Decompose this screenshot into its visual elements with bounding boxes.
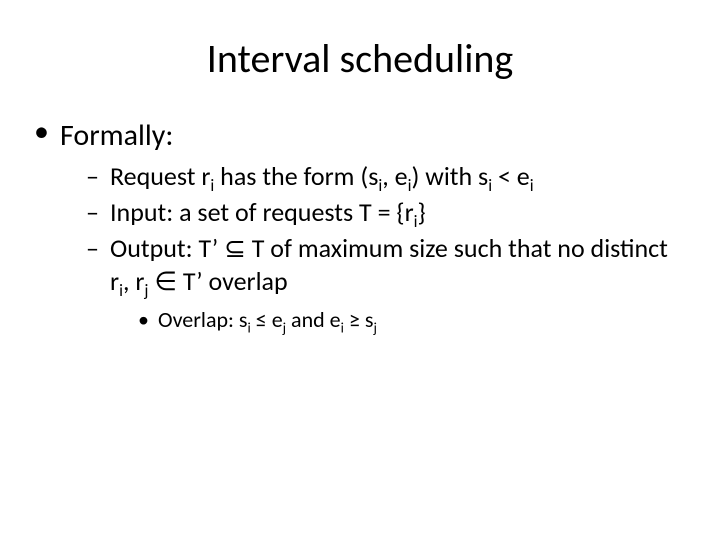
- list-item: Request ri has the form (si, ei) with si…: [86, 160, 692, 194]
- list-item: Formally: Request ri has the form (si, e…: [34, 117, 692, 335]
- bullet-text-l2c: Output: T’ ⊆ T of maximum size such that…: [110, 232, 668, 298]
- bullet-list-level1: Formally: Request ri has the form (si, e…: [28, 117, 692, 335]
- bullet-text-l2b: Input: a set of requests T = {ri}: [110, 196, 426, 228]
- bullet-text-l2a: Request ri has the form (si, ei) with si…: [110, 160, 534, 192]
- slide: Interval scheduling Formally: Request ri…: [0, 0, 720, 540]
- list-item: Overlap: si ≤ ej and ei ≥ sj: [138, 305, 692, 335]
- list-item: Input: a set of requests T = {ri}: [86, 196, 692, 230]
- list-item: Output: T’ ⊆ T of maximum size such that…: [86, 232, 692, 335]
- slide-title: Interval scheduling: [28, 34, 692, 83]
- bullet-list-level3: Overlap: si ≤ ej and ei ≥ sj: [110, 305, 692, 335]
- bullet-text-l3a: Overlap: si ≤ ej and ei ≥ sj: [158, 306, 377, 333]
- bullet-list-level2: Request ri has the form (si, ei) with si…: [60, 160, 692, 335]
- bullet-text-l1: Formally:: [60, 117, 173, 154]
